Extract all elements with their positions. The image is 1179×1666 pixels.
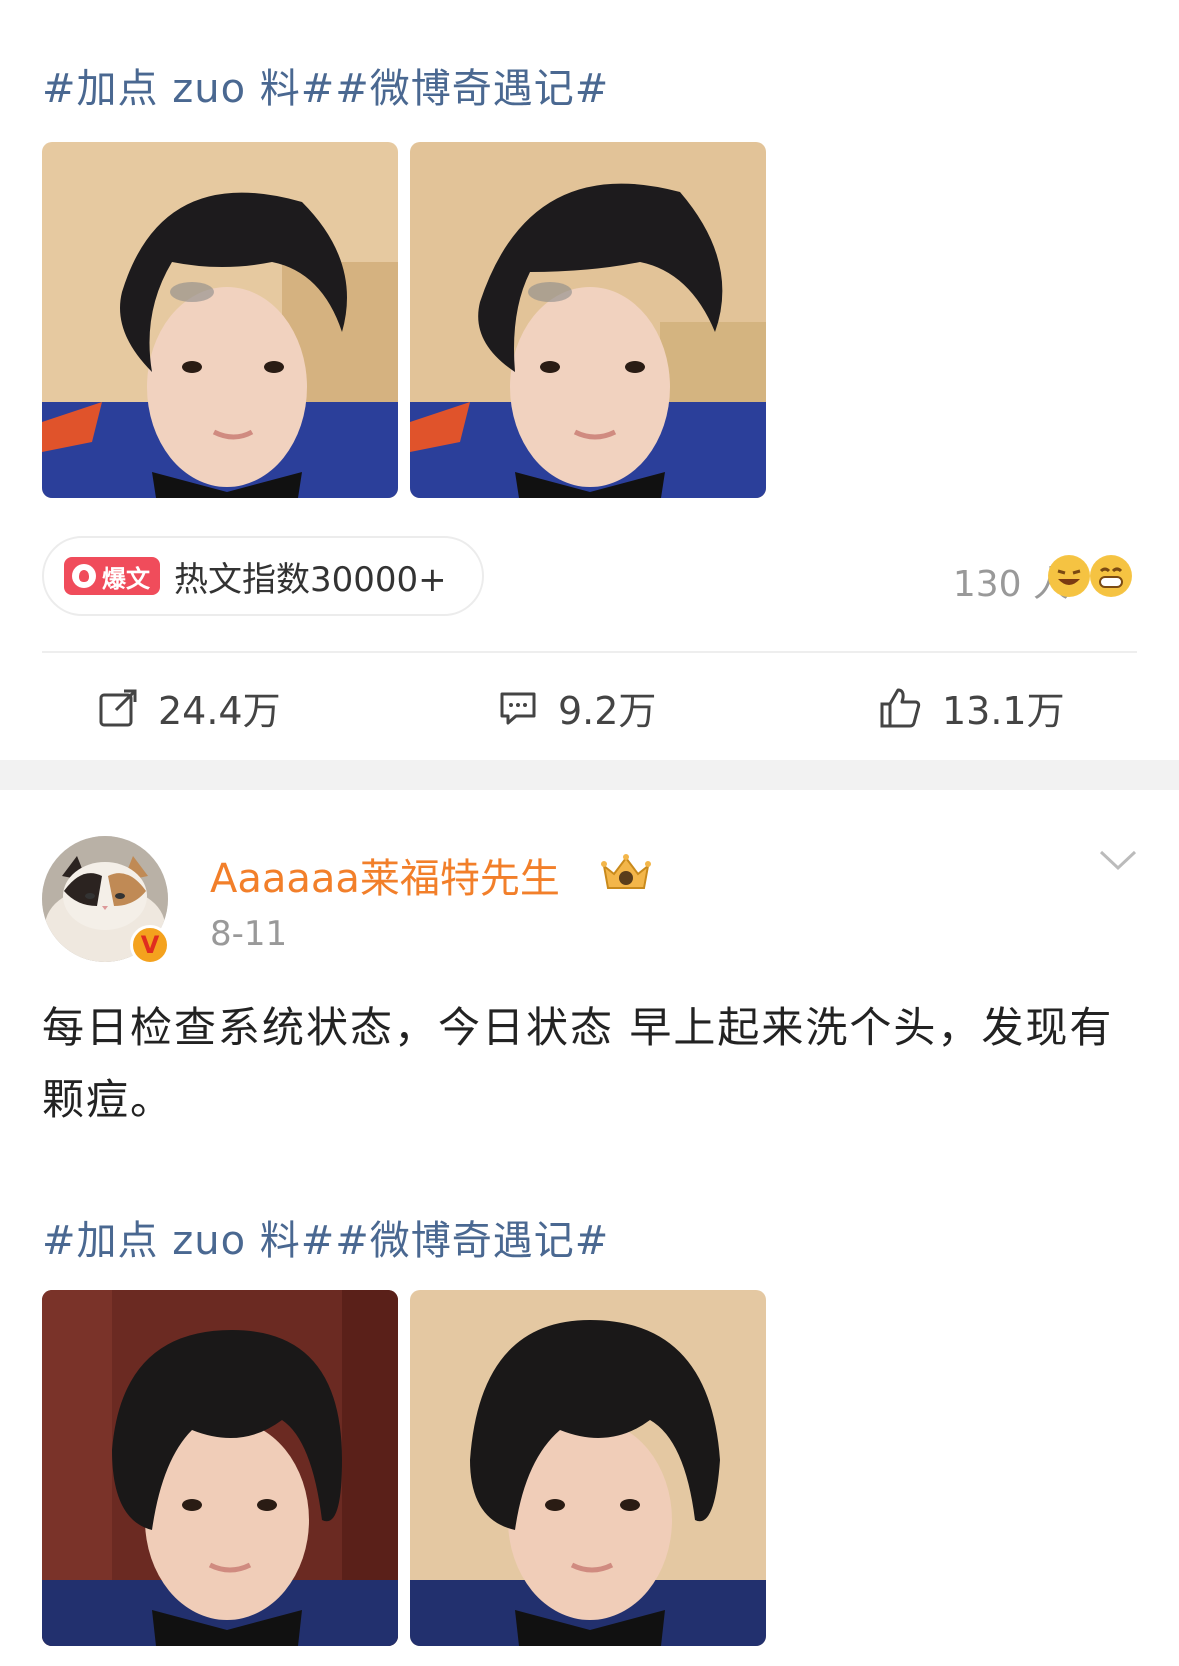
post2-hashtags[interactable]: #加点 zuo 料##微博奇遇记# — [42, 1208, 609, 1266]
repost-count: 24.4万 — [158, 689, 281, 733]
post2-photo-2[interactable] — [410, 1290, 766, 1646]
hot-badge: 爆文 — [64, 557, 160, 595]
username[interactable]: Aaaaaa莱福特先生 — [210, 846, 560, 904]
section-separator — [0, 760, 1179, 790]
verified-icon: V — [130, 925, 170, 965]
comment-button[interactable]: 9.2万 — [498, 680, 656, 735]
post-text: 每日检查系统状态，今日状态 早上起来洗个头，发现有颗痘。 — [42, 1003, 1114, 1124]
hot-index: 热文指数30000+ — [174, 559, 447, 600]
like-button[interactable]: 13.1万 — [878, 680, 1065, 735]
post1-hashtags[interactable]: #加点 zuo 料##微博奇遇记# — [42, 56, 609, 114]
post2-photo-1[interactable] — [42, 1290, 398, 1646]
crown-icon[interactable] — [600, 852, 652, 898]
comment-icon — [500, 692, 536, 724]
like-icon — [880, 688, 921, 727]
repost-icon — [99, 689, 137, 726]
like-count: 13.1万 — [942, 689, 1065, 733]
post1-photo-2[interactable] — [410, 142, 766, 498]
flame-icon — [72, 564, 96, 588]
divider — [42, 651, 1137, 653]
chevron-down-icon[interactable] — [1098, 848, 1138, 876]
comment-count: 9.2万 — [558, 689, 657, 733]
hot-badge-label: 爆文 — [102, 564, 150, 593]
post1-photo-1[interactable] — [42, 142, 398, 498]
repost-button[interactable]: 24.4万 — [98, 680, 281, 735]
post-date: 8-11 — [210, 914, 288, 954]
emoji-icon-grin[interactable] — [1090, 555, 1132, 597]
hot-article-pill[interactable]: 爆文 热文指数30000+ — [42, 536, 484, 616]
emoji-icon-laugh[interactable] — [1048, 555, 1090, 597]
